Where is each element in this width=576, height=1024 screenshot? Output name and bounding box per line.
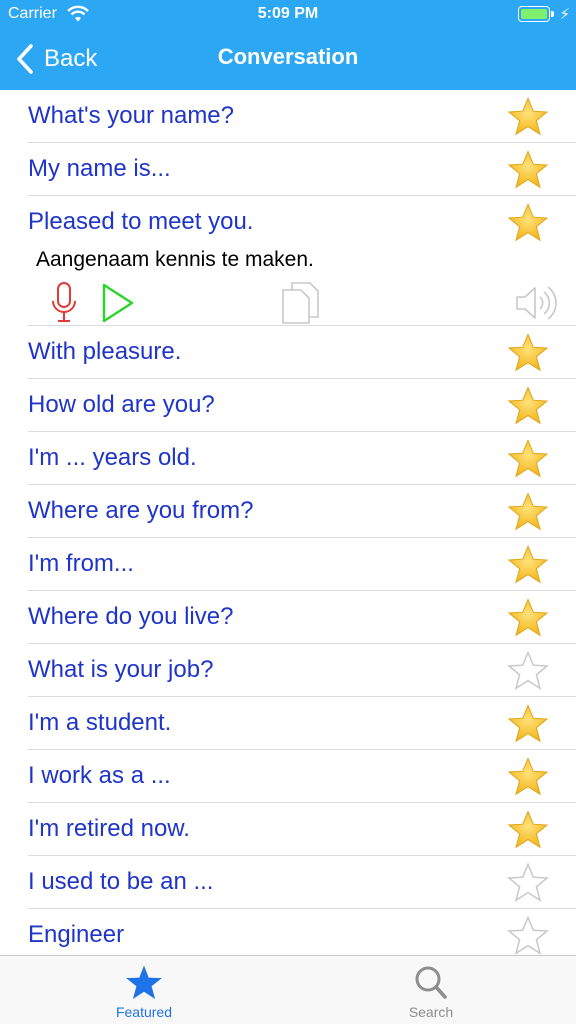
star-filled-icon[interactable] <box>506 597 550 639</box>
phrase-text: What is your job? <box>28 656 214 683</box>
list-item[interactable]: With pleasure. <box>28 326 576 379</box>
phrase-text: My name is... <box>28 155 171 182</box>
tab-featured-label: Featured <box>115 1004 173 1020</box>
phrase-text: With pleasure. <box>28 338 182 365</box>
phrase-text: Pleased to meet you. <box>28 208 254 235</box>
list-item[interactable]: How old are you? <box>28 379 576 432</box>
list-item[interactable]: Where do you live? <box>28 591 576 644</box>
translation-text: Aangenaam kennis te maken. <box>36 248 314 271</box>
star-filled-icon[interactable] <box>506 385 550 427</box>
search-icon <box>415 966 447 999</box>
list-item[interactable]: What is your job? <box>28 644 576 697</box>
phrase-toolbar <box>28 281 576 325</box>
phrase-text: Where do you live? <box>28 603 234 630</box>
star-filled-icon[interactable] <box>506 96 550 138</box>
status-time: 5:09 PM <box>257 5 319 22</box>
tab-search-label: Search <box>408 1004 454 1020</box>
star-outline-icon[interactable] <box>506 650 550 692</box>
list-item[interactable]: I'm ... years old. <box>28 432 576 485</box>
star-filled-icon[interactable] <box>506 332 550 374</box>
list-item[interactable]: I'm a student. <box>28 697 576 750</box>
phrase-text: How old are you? <box>28 391 215 418</box>
star-outline-icon[interactable] <box>506 915 550 955</box>
phrase-text: Where are you from? <box>28 497 254 524</box>
tab-bar: Featured Search <box>0 955 576 1024</box>
phrase-text: I'm from... <box>28 550 134 577</box>
star-filled-icon[interactable] <box>506 756 550 798</box>
list-item[interactable]: Where are you from? <box>28 485 576 538</box>
speaker-icon[interactable] <box>514 281 558 325</box>
star-filled-icon[interactable] <box>506 149 550 191</box>
navigation-bar: Back Conversation <box>0 30 576 90</box>
star-filled-icon[interactable] <box>506 703 550 745</box>
phrase-text: I used to be an ... <box>28 868 214 895</box>
star-filled-icon[interactable] <box>506 809 550 851</box>
tab-search[interactable]: Search <box>371 960 491 1024</box>
star-outline-icon[interactable] <box>506 862 550 904</box>
list-item[interactable]: Pleased to meet you. Aangenaam kennis te … <box>28 196 576 326</box>
list-item[interactable]: My name is... <box>28 143 576 196</box>
list-item[interactable]: I work as a ... <box>28 750 576 803</box>
phrase-text: I'm retired now. <box>28 815 190 842</box>
star-filled-icon[interactable] <box>506 491 550 533</box>
page-title: Conversation <box>217 44 359 69</box>
star-icon <box>126 965 162 999</box>
star-filled-icon[interactable] <box>506 202 550 244</box>
list-item[interactable]: I'm from... <box>28 538 576 591</box>
phrase-text: I'm ... years old. <box>28 444 197 471</box>
header-bar: Carrier 5:09 PM ⚡ Back Conversation <box>0 0 576 90</box>
list-item[interactable]: What's your name? <box>28 90 576 143</box>
phrase-list[interactable]: What's your name? My name is... Pleased to… <box>0 90 576 955</box>
star-filled-icon[interactable] <box>506 438 550 480</box>
tab-featured[interactable]: Featured <box>84 960 204 1024</box>
phrase-text: Engineer <box>28 921 125 948</box>
phrase-text: I work as a ... <box>28 762 171 789</box>
battery-icon <box>518 6 550 22</box>
battery-tip <box>551 11 554 17</box>
play-icon[interactable] <box>100 281 136 325</box>
copy-icon[interactable] <box>280 281 320 325</box>
microphone-icon[interactable] <box>50 281 78 325</box>
charging-icon: ⚡ <box>559 6 570 23</box>
status-bar: Carrier 5:09 PM ⚡ <box>0 0 576 30</box>
phrase-text: I'm a student. <box>28 709 172 736</box>
phrase-text: What's your name? <box>28 102 235 129</box>
star-filled-icon[interactable] <box>506 544 550 586</box>
list-item[interactable]: I used to be an ... <box>28 856 576 909</box>
list-item[interactable]: Engineer <box>28 909 576 955</box>
list-item[interactable]: I'm retired now. <box>28 803 576 856</box>
